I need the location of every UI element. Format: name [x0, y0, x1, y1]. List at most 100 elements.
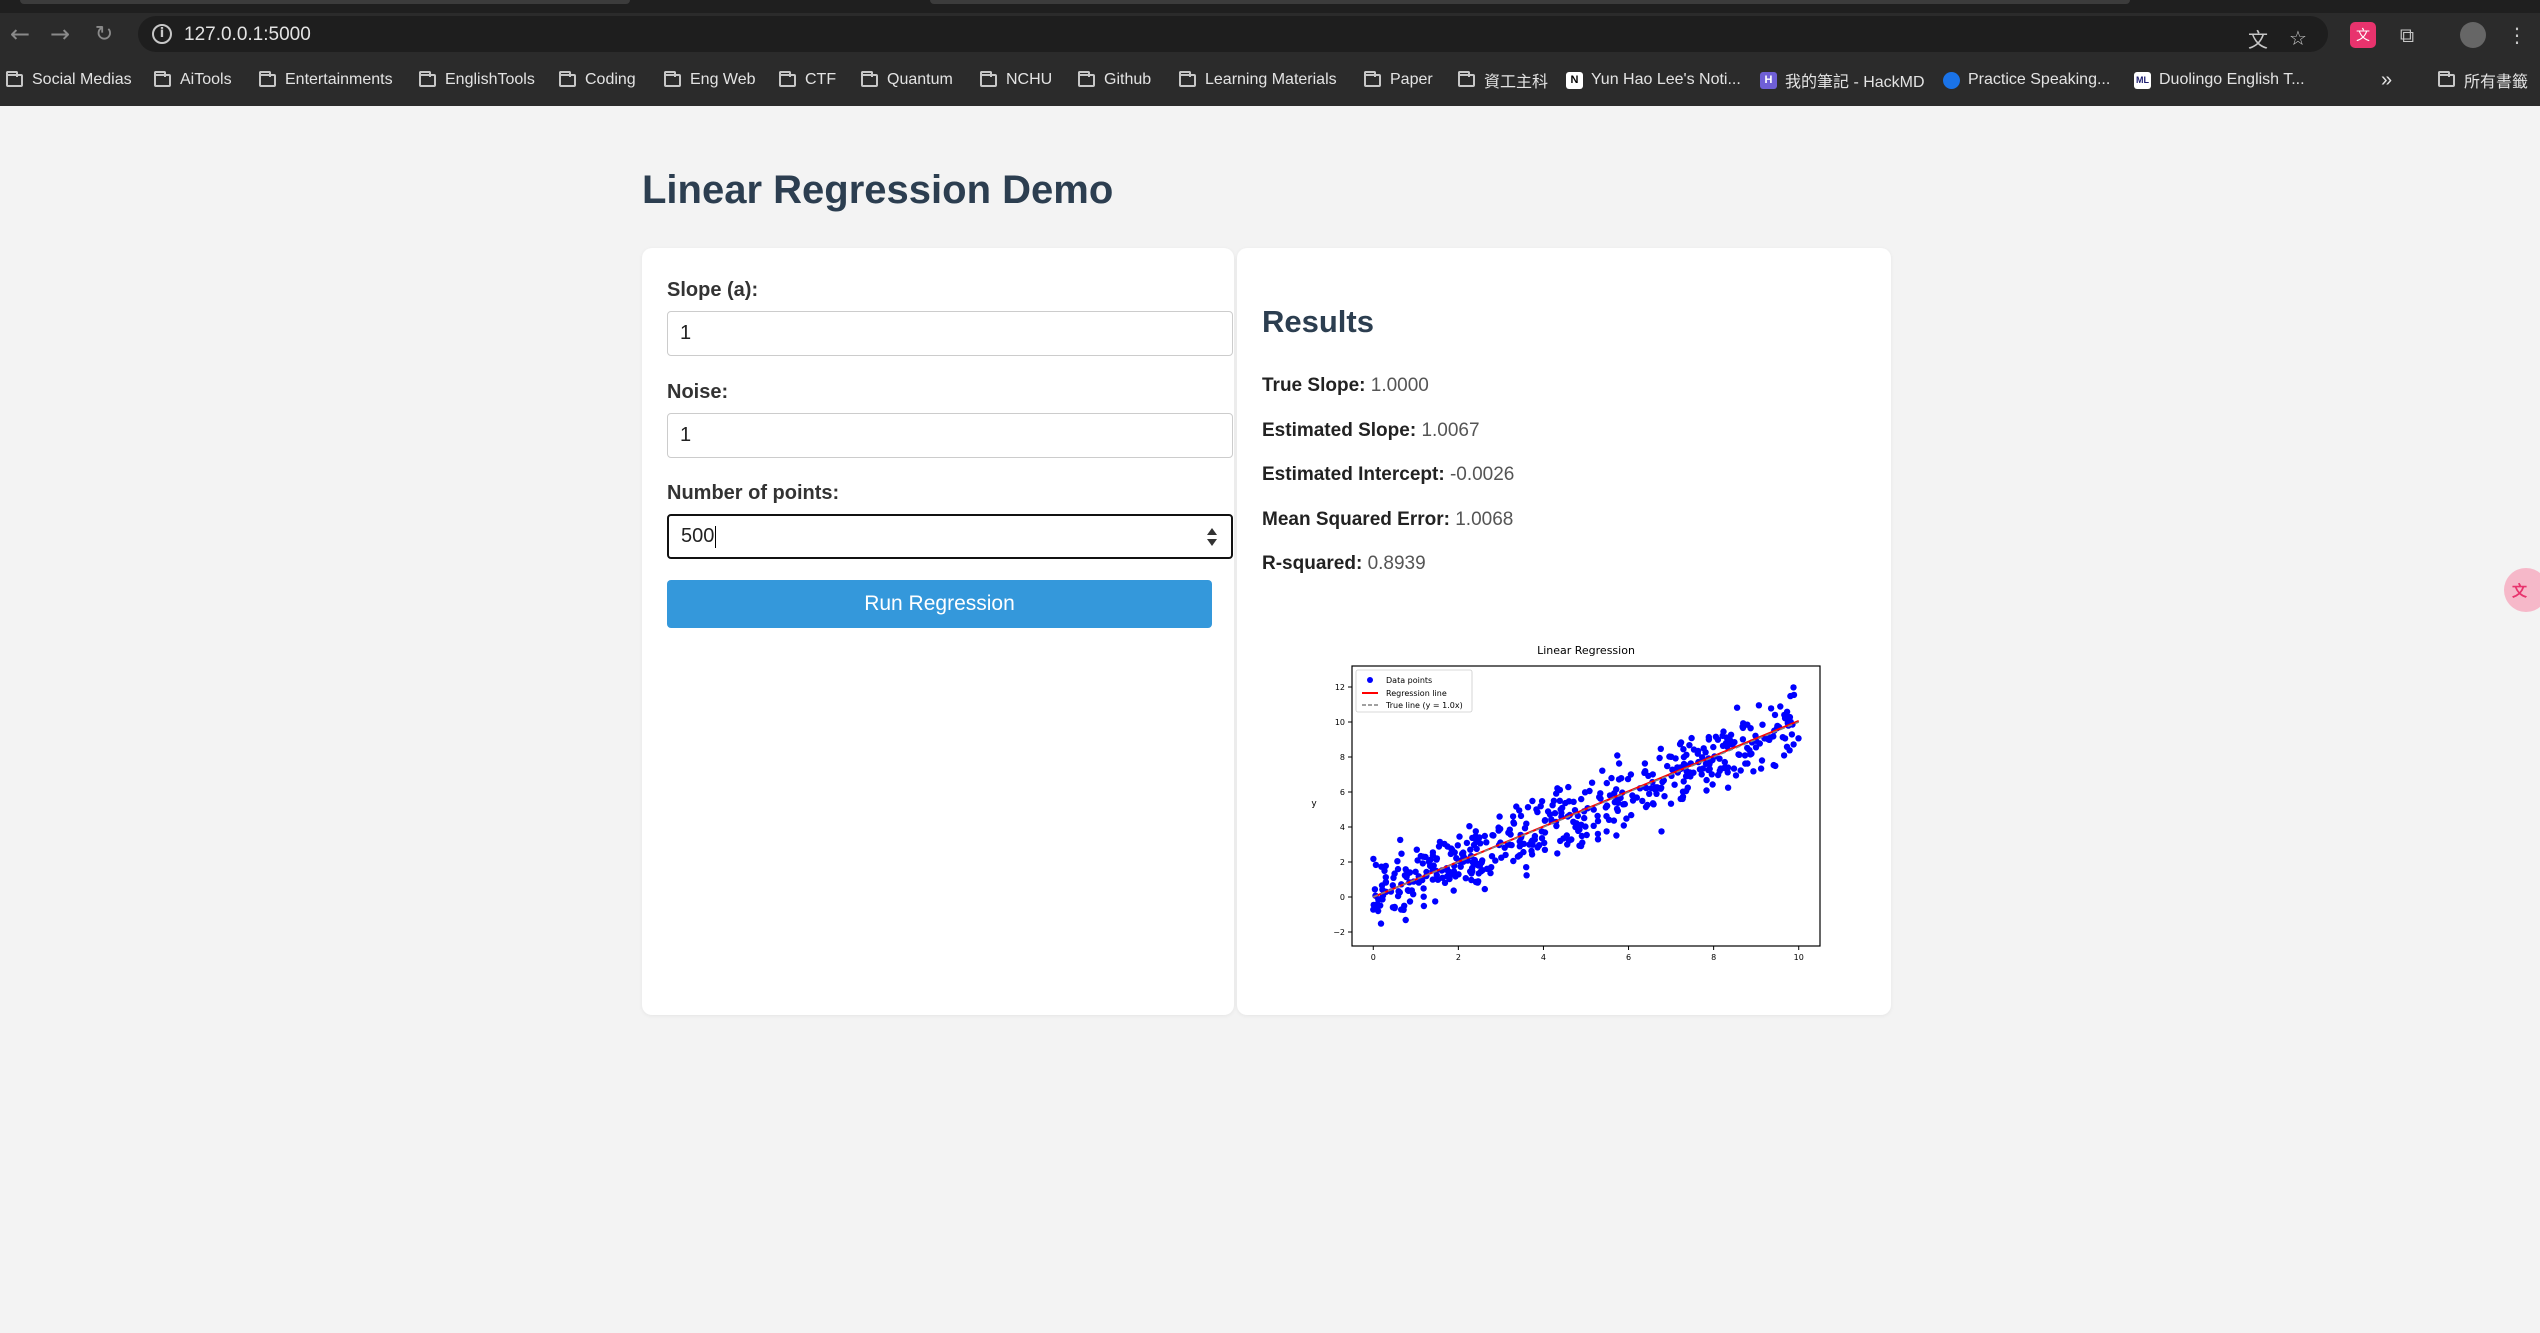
folder-icon: [419, 70, 436, 87]
y-tick-label: 4: [1340, 823, 1345, 832]
data-point: [1677, 739, 1685, 746]
run-regression-button[interactable]: Run Regression: [667, 580, 1212, 628]
bookmark-item[interactable]: Paper: [1364, 69, 1433, 91]
data-point: [1378, 895, 1385, 902]
tab-edge[interactable]: [20, 0, 630, 4]
data-point: [1656, 754, 1663, 762]
bookmark-item[interactable]: Coding: [559, 69, 636, 91]
bookmark-item[interactable]: N Yun Hao Lee's Noti...: [1566, 69, 1741, 91]
data-point: [1468, 870, 1475, 877]
data-point: [1614, 807, 1621, 814]
data-point: [1371, 886, 1379, 893]
bookmark-label: CTF: [805, 71, 837, 88]
translator-float-icon[interactable]: 文: [2504, 568, 2540, 612]
bookmark-item[interactable]: Eng Web: [664, 69, 756, 91]
data-point: [1434, 876, 1442, 883]
data-point: [1381, 867, 1388, 874]
folder-icon: [1179, 70, 1196, 87]
number-spinner-icon[interactable]: [1207, 527, 1217, 547]
data-point: [1470, 841, 1478, 849]
bookmark-label: Paper: [1390, 71, 1433, 88]
data-point: [1575, 827, 1582, 835]
bookmark-item[interactable]: H 我的筆記 - HackMD: [1760, 69, 1925, 91]
result-label: Estimated Intercept:: [1262, 464, 1445, 485]
data-point: [1481, 832, 1488, 840]
data-point: [1492, 857, 1499, 864]
data-point: [1629, 797, 1637, 804]
bookmark-star-icon[interactable]: ☆: [2286, 26, 2310, 50]
data-point: [1382, 878, 1390, 886]
x-tick-label: 2: [1456, 953, 1461, 962]
data-point: [1394, 858, 1401, 865]
data-point: [1556, 797, 1563, 804]
tab-edge[interactable]: [930, 0, 2130, 4]
address-bar[interactable]: i 127.0.0.1:5000 文 ☆: [138, 16, 2328, 52]
data-point: [1546, 811, 1554, 818]
y-tick-label: 12: [1335, 683, 1345, 692]
data-point: [1705, 736, 1713, 743]
bookmark-item[interactable]: AiTools: [154, 69, 232, 91]
data-point: [1505, 829, 1512, 836]
result-value: 0.8939: [1367, 553, 1426, 574]
result-value: 1.0000: [1370, 375, 1429, 396]
data-point: [1658, 828, 1665, 835]
bookmark-label: 資工主科: [1484, 74, 1549, 91]
back-icon[interactable]: ←: [0, 13, 40, 55]
data-point: [1599, 767, 1606, 774]
data-point: [1523, 864, 1530, 871]
data-point: [1370, 855, 1377, 863]
folder-icon: [2438, 70, 2455, 87]
bookmark-item[interactable]: CTF: [779, 69, 836, 91]
bookmark-item[interactable]: Entertainments: [259, 69, 393, 91]
extensions-puzzle-icon[interactable]: ⧉: [2394, 22, 2420, 48]
bookmark-label: Yun Hao Lee's Noti...: [1591, 71, 1741, 88]
points-label: Number of points:: [667, 482, 840, 504]
data-point: [1780, 752, 1788, 759]
bookmark-item[interactable]: 資工主科: [1458, 69, 1548, 91]
forward-icon[interactable]: →: [40, 13, 80, 55]
site-info-icon[interactable]: i: [152, 24, 172, 44]
noise-label: Noise:: [667, 381, 729, 403]
data-point: [1603, 828, 1610, 835]
bookmark-item[interactable]: Social Medias: [6, 69, 132, 91]
folder-icon: [980, 70, 997, 87]
bookmark-item[interactable]: Learning Materials: [1179, 69, 1337, 91]
url-text[interactable]: 127.0.0.1:5000: [184, 24, 311, 46]
bookmark-item[interactable]: Quantum: [861, 69, 953, 91]
noise-input[interactable]: 1: [667, 413, 1233, 458]
notion-icon: N: [1566, 71, 1583, 89]
data-point: [1444, 843, 1451, 850]
data-point: [1391, 903, 1398, 911]
data-point: [1588, 779, 1596, 786]
bookmark-label: Eng Web: [690, 71, 756, 88]
bookmark-item[interactable]: Github: [1078, 69, 1151, 91]
translate-icon[interactable]: 文: [2246, 26, 2270, 52]
bookmark-label: Github: [1104, 71, 1152, 88]
y-tick-label: 8: [1340, 753, 1345, 762]
data-point: [1550, 797, 1558, 804]
reload-icon[interactable]: ↻: [84, 13, 124, 55]
menu-kebab-icon[interactable]: ⋮: [2504, 22, 2530, 48]
data-point: [1756, 740, 1763, 747]
slope-input[interactable]: 1: [667, 311, 1233, 356]
all-bookmarks[interactable]: 所有書籤: [2438, 69, 2528, 91]
bookmark-item[interactable]: ML Duolingo English T...: [2134, 69, 2305, 91]
points-input[interactable]: 500: [667, 514, 1233, 559]
data-point: [1661, 793, 1668, 800]
extension-translator-icon[interactable]: 文: [2350, 22, 2376, 48]
x-tick-label: 10: [1794, 953, 1804, 962]
data-point: [1677, 795, 1684, 803]
slope-value: 1: [680, 322, 692, 344]
data-point: [1608, 774, 1615, 782]
data-point: [1790, 684, 1797, 691]
bookmark-item[interactable]: NCHU: [980, 69, 1052, 91]
bookmark-item[interactable]: Practice Speaking...: [1943, 69, 2110, 91]
y-tick-label: 10: [1335, 718, 1345, 727]
profile-avatar-icon[interactable]: [2460, 22, 2486, 48]
bookmark-label: Learning Materials: [1205, 71, 1337, 88]
more-bookmarks-icon[interactable]: »: [2381, 69, 2392, 91]
data-point: [1712, 733, 1720, 740]
data-point: [1476, 834, 1483, 841]
x-tick-label: 8: [1711, 953, 1716, 962]
bookmark-item[interactable]: EnglishTools: [419, 69, 535, 91]
